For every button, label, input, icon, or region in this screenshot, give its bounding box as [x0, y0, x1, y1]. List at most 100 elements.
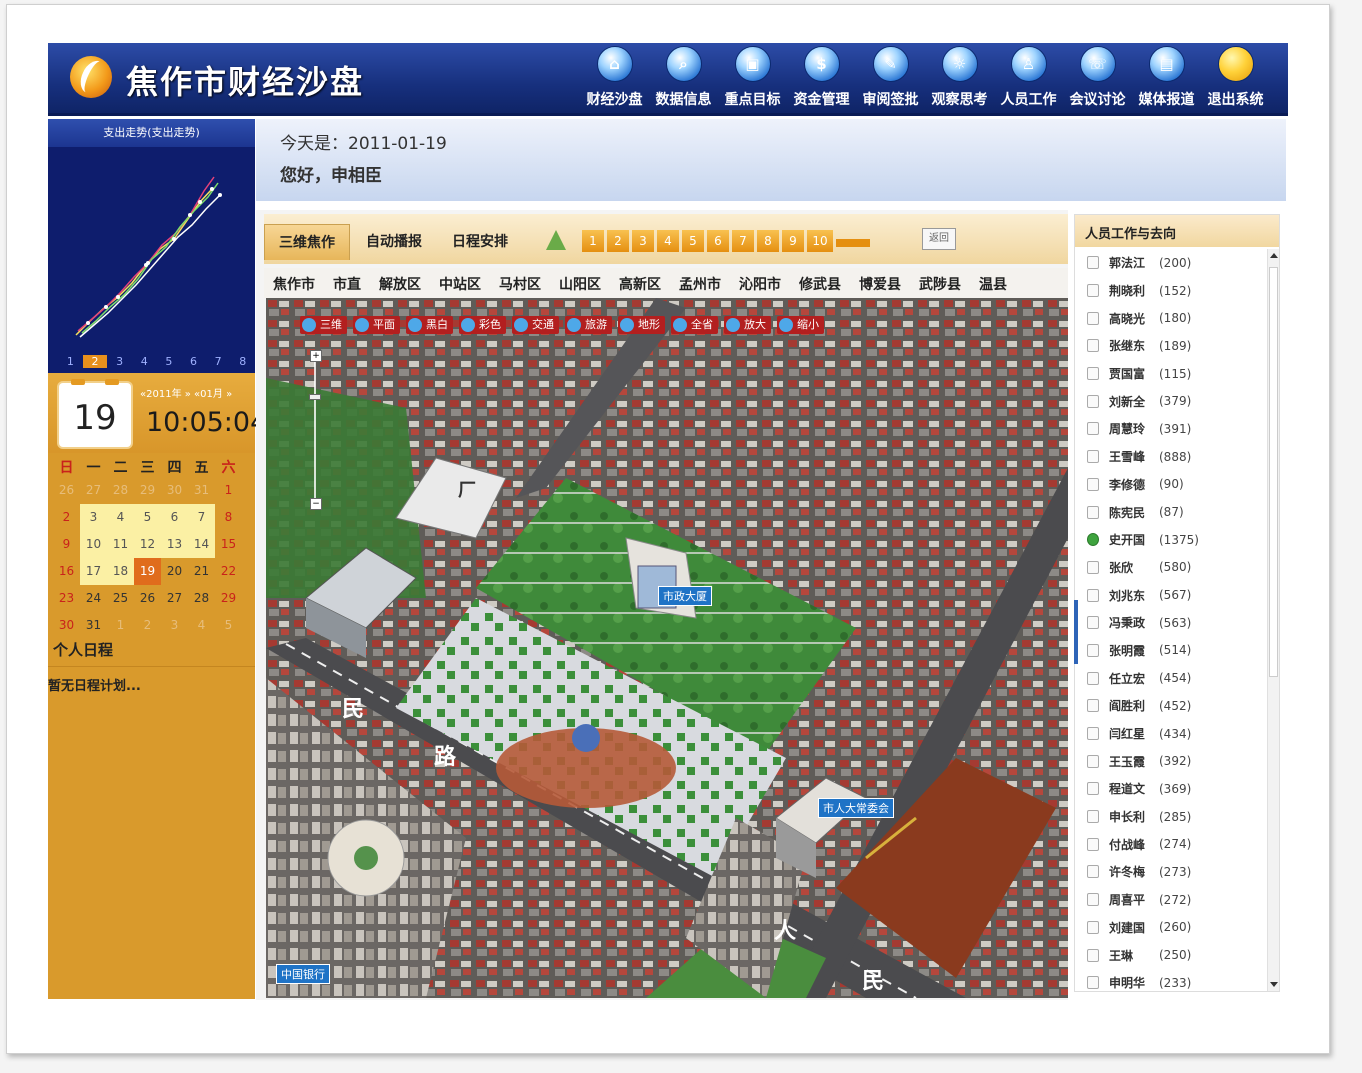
calendar-day[interactable]: 1	[215, 477, 242, 504]
map-label-bank[interactable]: 中国银行	[276, 964, 330, 984]
calendar-day[interactable]: 28	[188, 585, 215, 612]
calendar-day[interactable]: 29	[215, 585, 242, 612]
staff-row[interactable]: 周慧玲 (391)	[1075, 415, 1267, 443]
calendar-day[interactable]: 23	[53, 585, 80, 612]
calendar-day[interactable]: 13	[161, 531, 188, 558]
trend-page-6[interactable]: 6	[181, 355, 206, 368]
calendar-day[interactable]: 25	[107, 585, 134, 612]
map-tool-button[interactable]: 彩色	[459, 316, 506, 334]
staff-row[interactable]: 付战峰 (274)	[1075, 830, 1267, 858]
trend-page-2[interactable]: 2	[82, 354, 108, 368]
nav-item-exit[interactable]: 退出系统	[1201, 46, 1270, 109]
trend-page-4[interactable]: 4	[132, 355, 157, 368]
map-tool-button[interactable]: 放大	[724, 316, 771, 334]
calendar-day[interactable]: 15	[215, 531, 242, 558]
staff-row[interactable]: 刘建国 (260)	[1075, 914, 1267, 942]
calendar-day[interactable]: 22	[215, 558, 242, 585]
nav-item-picture[interactable]: ▣ 重点目标	[718, 46, 787, 109]
staff-row[interactable]: 高晓光 (180)	[1075, 304, 1267, 332]
calendar-day[interactable]: 24	[80, 585, 107, 612]
nav-item-house[interactable]: ⌂ 财经沙盘	[580, 46, 649, 109]
calendar-day[interactable]: 5	[134, 504, 161, 531]
map-view[interactable]: 民 路 人 民 厂 三维 平面 黑白 彩色 交通 旅游 地形 全省 放大 缩小 + − 市政大厦 …	[266, 298, 1068, 998]
calendar-day[interactable]: 7	[188, 504, 215, 531]
zoom-in-icon[interactable]: +	[310, 350, 322, 362]
staff-row[interactable]: 王雪峰 (888)	[1075, 443, 1267, 471]
staff-row[interactable]: 周喜平 (272)	[1075, 886, 1267, 914]
nav-item-pen[interactable]: ✎ 审阅签批	[856, 46, 925, 109]
staff-row[interactable]: 史开国 (1375)	[1075, 526, 1267, 554]
floor-button-6[interactable]: 6	[707, 230, 729, 252]
calendar-day[interactable]: 1	[107, 612, 134, 639]
floor-button-4[interactable]: 4	[657, 230, 679, 252]
calendar-day[interactable]: 18	[107, 558, 134, 585]
district-link[interactable]: 孟州市	[670, 268, 730, 298]
tab-schedule[interactable]: 日程安排	[438, 224, 522, 260]
staff-row[interactable]: 刘兆东 (567)	[1075, 581, 1267, 609]
trend-page-8[interactable]: 8	[230, 355, 255, 368]
staff-row[interactable]: 王玉霞 (392)	[1075, 747, 1267, 775]
map-tool-button[interactable]: 三维	[300, 316, 347, 334]
calendar-day[interactable]: 19	[134, 558, 161, 585]
calendar-day[interactable]: 29	[134, 477, 161, 504]
zoom-out-icon[interactable]: −	[310, 498, 322, 510]
nav-item-meeting[interactable]: ☏ 会议讨论	[1063, 46, 1132, 109]
staff-row[interactable]: 郭法江 (200)	[1075, 249, 1267, 277]
nav-item-person[interactable]: ♙ 人员工作	[994, 46, 1063, 109]
staff-row[interactable]: 刘新全 (379)	[1075, 387, 1267, 415]
calendar-day[interactable]: 28	[107, 477, 134, 504]
floor-button-7[interactable]: 7	[732, 230, 754, 252]
nav-item-film[interactable]: ▤ 媒体报道	[1132, 46, 1201, 109]
calendar-day[interactable]: 8	[215, 504, 242, 531]
map-label-gov[interactable]: 市政大厦	[658, 586, 712, 606]
year-month-selector[interactable]: «2011年 » «01月 »	[140, 385, 232, 400]
calendar-day[interactable]: 10	[80, 531, 107, 558]
calendar-day[interactable]: 30	[53, 612, 80, 639]
floor-button-5[interactable]: 5	[682, 230, 704, 252]
district-link[interactable]: 焦作市	[264, 268, 324, 298]
district-link[interactable]: 沁阳市	[730, 268, 790, 298]
calendar-day[interactable]: 2	[134, 612, 161, 639]
staff-row[interactable]: 冯秉政 (563)	[1075, 609, 1267, 637]
district-link[interactable]: 中站区	[430, 268, 490, 298]
staff-row[interactable]: 贾国富 (115)	[1075, 360, 1267, 388]
staff-row[interactable]: 王琳 (250)	[1075, 941, 1267, 969]
calendar-day[interactable]: 26	[53, 477, 80, 504]
staff-row[interactable]: 申明华 (233)	[1075, 969, 1267, 997]
trend-page-7[interactable]: 7	[206, 355, 231, 368]
calendar-day[interactable]: 16	[53, 558, 80, 585]
map-tool-button[interactable]: 平面	[353, 316, 400, 334]
calendar-day[interactable]: 17	[80, 558, 107, 585]
trend-page-3[interactable]: 3	[107, 355, 132, 368]
map-tool-button[interactable]: 全省	[671, 316, 718, 334]
calendar-day[interactable]: 31	[188, 477, 215, 504]
district-link[interactable]: 山阳区	[550, 268, 610, 298]
tab-auto-broadcast[interactable]: 自动播报	[352, 224, 436, 260]
map-tool-button[interactable]: 交通	[512, 316, 559, 334]
calendar-day[interactable]: 2	[53, 504, 80, 531]
calendar-day[interactable]: 26	[134, 585, 161, 612]
calendar-day[interactable]: 4	[188, 612, 215, 639]
calendar-day[interactable]: 31	[80, 612, 107, 639]
floor-button-3[interactable]: 3	[632, 230, 654, 252]
calendar-day[interactable]: 14	[188, 531, 215, 558]
calendar-day[interactable]: 20	[161, 558, 188, 585]
district-link[interactable]: 温县	[970, 268, 1016, 298]
calendar-day[interactable]: 21	[188, 558, 215, 585]
staff-row[interactable]: 申长利 (285)	[1075, 803, 1267, 831]
calendar-day[interactable]: 27	[161, 585, 188, 612]
staff-row[interactable]: 陈宪民 (87)	[1075, 498, 1267, 526]
district-link[interactable]: 武陟县	[910, 268, 970, 298]
city-map-3d[interactable]: 民 路 人 民 厂	[266, 298, 1068, 998]
floor-button-8[interactable]: 8	[757, 230, 779, 252]
staff-row[interactable]: 任立宏 (454)	[1075, 664, 1267, 692]
staff-row[interactable]: 程道文 (369)	[1075, 775, 1267, 803]
map-tool-button[interactable]: 黑白	[406, 316, 453, 334]
district-link[interactable]: 博爱县	[850, 268, 910, 298]
district-link[interactable]: 解放区	[370, 268, 430, 298]
nav-item-money[interactable]: $ 资金管理	[787, 46, 856, 109]
staff-scrollbar[interactable]	[1267, 249, 1279, 991]
staff-row[interactable]: 荆晓利 (152)	[1075, 277, 1267, 305]
district-link[interactable]: 马村区	[490, 268, 550, 298]
map-tool-button[interactable]: 缩小	[777, 316, 824, 334]
